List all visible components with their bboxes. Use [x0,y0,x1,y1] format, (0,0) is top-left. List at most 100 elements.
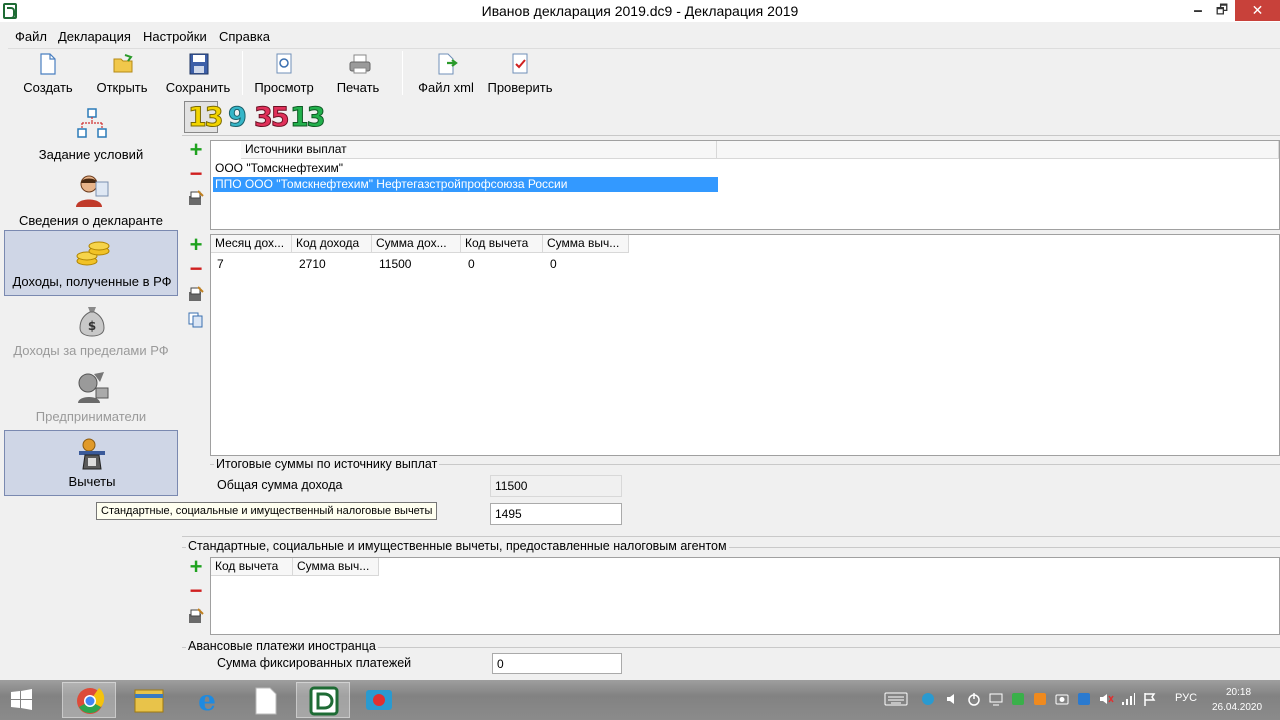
create-button[interactable]: Создать [12,53,84,95]
nav-item-income-abroad[interactable]: $ Доходы за пределами РФ [4,298,178,364]
income-cell-deduction-code[interactable]: 0 [468,257,475,271]
income-header-month[interactable]: Месяц дох... [211,235,292,253]
blue-app-icon[interactable] [1076,691,1092,707]
tax-rate-bar: 13 9 35 13 [182,100,1280,136]
print-button[interactable]: Печать [322,53,394,95]
source-row-selected[interactable]: ППО ООО "Томскнефтехим" Нефтегазстройпро… [213,177,718,192]
flag-icon[interactable] [1142,691,1158,707]
copy-income-icon[interactable] [188,312,204,328]
screen-recorder-icon[interactable] [352,682,406,718]
taskbar: e РУС 20:18 26.04.2020 [0,680,1280,720]
menu-help[interactable]: Справка [219,29,270,44]
sources-actions: + − [182,139,210,230]
total-income-label: Общая сумма дохода [217,478,343,492]
agent-deductions-title: Стандартные, социальные и имущественные … [186,539,729,553]
income-header-amount[interactable]: Сумма дох... [372,235,461,253]
nav-item-declarant[interactable]: Сведения о декларанте [4,168,178,234]
green-app-icon[interactable] [1010,691,1026,707]
totals-group-title: Итоговые суммы по источнику выплат [214,457,440,471]
divider [182,536,1280,537]
menu-settings[interactable]: Настройки [143,29,207,44]
rate-13[interactable]: 13 [188,102,225,134]
camera-icon[interactable] [1054,691,1070,707]
agent-deductions-actions: + − [182,556,210,634]
network-icon[interactable] [1120,691,1136,707]
toolbar-separator [402,51,403,95]
open-button[interactable]: Открыть [86,53,158,95]
tray-app-icon[interactable] [920,691,936,707]
orange-app-icon[interactable] [1032,691,1048,707]
add-income-button[interactable]: + [188,234,204,256]
nav-item-conditions[interactable]: Задание условий [4,102,178,168]
menu-declaration[interactable]: Декларация [58,29,131,44]
income-cell-deduction-amount[interactable]: 0 [550,257,557,271]
window-title: Иванов декларация 2019.dc9 - Декларация … [481,3,799,19]
save-button[interactable]: Сохранить [162,53,234,95]
income-cell-amount[interactable]: 11500 [379,257,411,271]
check-button[interactable]: Проверить [484,53,556,95]
check-document-icon [511,53,529,75]
edit-source-icon[interactable] [188,190,204,206]
income-header-code[interactable]: Код дохода [292,235,372,253]
clock-time[interactable]: 20:18 [1226,687,1251,698]
rate-9[interactable]: 9 [228,102,248,134]
start-button[interactable] [0,682,44,718]
remove-source-button[interactable]: − [188,163,204,185]
new-document-icon [39,53,57,75]
open-folder-icon [113,53,133,75]
language-indicator[interactable]: РУС [1175,692,1197,704]
file-explorer-icon[interactable] [122,682,176,718]
nav-item-deductions[interactable]: Вычеты [4,430,178,496]
title-bar: Иванов декларация 2019.dc9 - Декларация … [0,0,1280,22]
preview-button[interactable]: Просмотр [248,53,320,95]
income-table: Месяц дох... Код дохода Сумма дох... Код… [210,234,1280,456]
deduction-header-amount[interactable]: Сумма выч... [293,558,379,576]
volume-muted-icon[interactable] [1098,691,1114,707]
toolbar: Создать Открыть Сохранить Просмотр Печат… [8,48,1280,98]
rate-13-alt[interactable]: 13 [290,102,327,134]
svg-text:e: e [198,684,216,717]
xml-file-button[interactable]: Файл xml [410,53,482,95]
total-income-field: 11500 [490,475,622,497]
advance-group-title: Авансовые платежи иностранца [186,639,378,653]
income-actions: + − [182,234,210,455]
nav-item-income-rf[interactable]: Доходы, полученные в РФ [4,230,178,296]
sources-list: Источники выплат ООО "Томскнефтехим" ППО… [210,140,1280,230]
deduction-header-code[interactable]: Код вычета [211,558,293,576]
keyboard-icon[interactable] [884,691,908,707]
declaration-app-taskbar-icon[interactable] [296,682,350,718]
source-row[interactable]: ООО "Томскнефтехим" [215,161,343,175]
monitor-icon[interactable] [988,691,1004,707]
remove-income-button[interactable]: − [188,258,204,280]
edit-income-icon[interactable] [188,286,204,302]
money-bag-icon: $ [74,304,110,338]
menu-file[interactable]: Файл [15,29,47,44]
nav-item-entrepreneurs[interactable]: Предприниматели [4,364,178,430]
audio-device-icon[interactable] [944,691,960,707]
clock-date[interactable]: 26.04.2020 [1212,702,1262,713]
income-header-deduction-amount[interactable]: Сумма выч... [543,235,629,253]
chrome-taskbar-icon[interactable] [62,682,116,718]
coins-icon [75,237,111,271]
sources-column-header[interactable]: Источники выплат [241,141,717,159]
income-cell-code[interactable]: 2710 [299,257,326,271]
entrepreneur-icon [74,370,110,404]
add-deduction-button[interactable]: + [188,556,204,578]
remove-deduction-button[interactable]: − [188,580,204,602]
fixed-payments-label: Сумма фиксированных платежей [217,656,412,670]
preview-icon [275,53,293,75]
fixed-payments-field[interactable]: 0 [492,653,622,674]
rate-35[interactable]: 35 [254,102,291,134]
document-icon[interactable] [238,682,292,718]
deductions-icon [75,437,111,471]
maximize-button[interactable]: 🗗 [1205,0,1239,21]
close-button[interactable]: ✕ [1235,0,1280,21]
income-header-deduction-code[interactable]: Код вычета [461,235,543,253]
power-icon[interactable] [966,691,982,707]
internet-explorer-icon[interactable]: e [180,682,234,718]
add-source-button[interactable]: + [188,139,204,161]
sources-empty-header [717,141,1279,159]
total-tax-field[interactable]: 1495 [490,503,622,525]
income-cell-month[interactable]: 7 [217,257,224,271]
edit-deduction-icon[interactable] [188,608,204,624]
